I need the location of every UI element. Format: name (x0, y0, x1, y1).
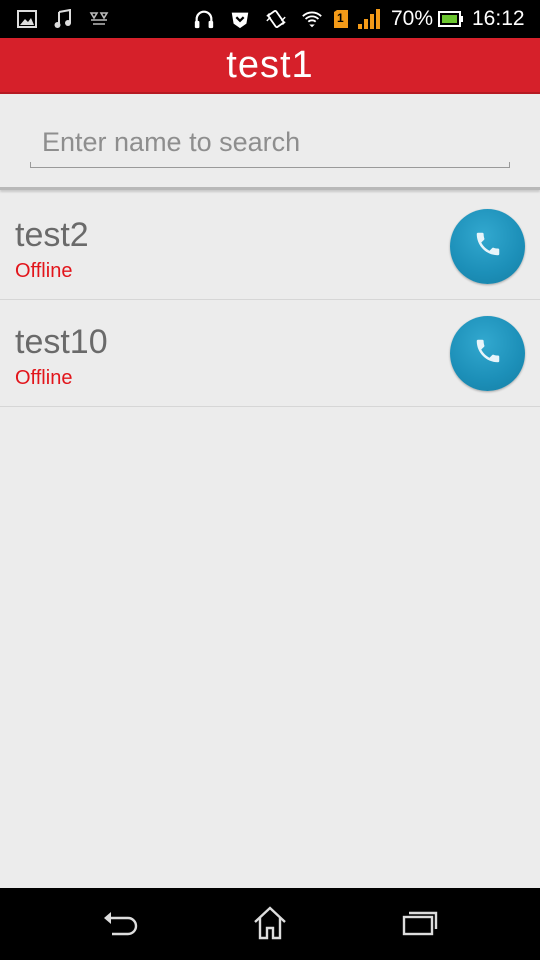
call-button[interactable] (450, 209, 525, 284)
recent-apps-icon (400, 908, 440, 943)
contact-name: test10 (15, 323, 108, 361)
contact-status: Offline (15, 367, 73, 389)
contact-list: test2 Offline test10 Offline (0, 193, 540, 407)
back-icon (100, 908, 140, 943)
phone-icon (473, 229, 503, 264)
home-icon (251, 905, 289, 946)
search-input[interactable] (30, 118, 510, 166)
clock: 16:12 (472, 7, 525, 30)
status-bar: 1 70% 16:12 (0, 0, 540, 38)
home-button[interactable] (250, 905, 290, 946)
battery-icon (438, 8, 464, 30)
cell-signal-icon (357, 8, 383, 30)
signal-sync-icon (88, 8, 110, 30)
headset-icon (193, 8, 215, 30)
image-icon (16, 8, 38, 30)
recent-apps-button[interactable] (400, 906, 440, 944)
sim-slot-label: 1 (337, 11, 344, 25)
call-button[interactable] (450, 316, 525, 391)
contact-row[interactable]: test10 Offline (0, 300, 540, 407)
wifi-icon (301, 8, 323, 30)
shield-hand-icon (229, 8, 251, 30)
battery-percent: 70% (391, 7, 434, 30)
contact-row[interactable]: test2 Offline (0, 193, 540, 300)
navigation-bar (0, 888, 540, 960)
music-note-icon (52, 8, 74, 30)
contact-status: Offline (15, 260, 73, 282)
phone-icon (473, 336, 503, 371)
page-title: test1 (226, 44, 314, 86)
contact-name: test2 (15, 216, 89, 254)
vibrate-icon (265, 8, 287, 30)
back-button[interactable] (100, 906, 140, 944)
header-bar: test1 (0, 38, 540, 94)
search-underline (30, 162, 510, 168)
